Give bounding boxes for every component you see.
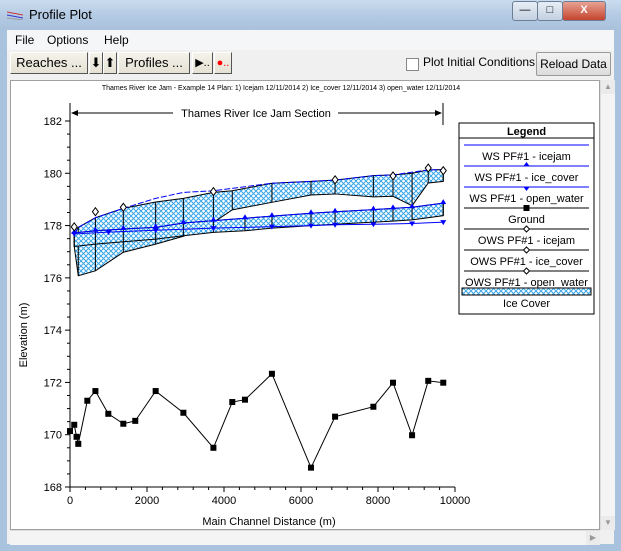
y-tick-label: 178 [44, 221, 62, 233]
y-tick-label: 174 [44, 325, 62, 337]
minimize-button[interactable]: — [512, 1, 538, 21]
legend-entry: WS PF#1 - icejam [482, 151, 571, 163]
close-button[interactable]: X [562, 1, 606, 21]
legend: Legend WS PF#1 - icejam WS PF#1 - ice_cove… [458, 122, 595, 315]
menu-options[interactable]: Options [47, 33, 88, 47]
ground-point [332, 413, 339, 420]
x-tick-label: 0 [67, 495, 73, 507]
ground-point [440, 379, 447, 386]
annotation-right-arrowhead [435, 110, 442, 116]
reaches-button[interactable]: Reaches ... [10, 52, 88, 74]
ground-point [84, 397, 91, 404]
y-tick-label: 168 [44, 482, 62, 494]
chart-header: Thames River Ice Jam - Example 14 Plan: … [102, 85, 460, 92]
title-bar: Profile Plot — □ X [0, 0, 621, 30]
ground-point [370, 403, 377, 410]
animate-play-button[interactable]: ▶.. [192, 52, 213, 74]
move-up-button[interactable]: ⬆ [103, 52, 117, 74]
legend-entry: Ground [508, 214, 545, 226]
scroll-right-arrow[interactable]: ▶ [586, 531, 600, 545]
horizontal-scrollbar[interactable]: ▶ [10, 530, 600, 545]
ws-ice-cover-point [370, 205, 377, 211]
y-tick-label: 180 [44, 168, 62, 180]
annotation-left-arrowhead [71, 110, 78, 116]
ws-ice-cover-point [241, 214, 248, 220]
x-tick-label: 6000 [289, 495, 313, 507]
reload-data-button[interactable]: Reload Data [536, 52, 611, 76]
legend-entry: OWS PF#1 - icejam [478, 235, 575, 247]
menu-bar: File Options Help [7, 30, 614, 50]
ground-point [229, 399, 236, 406]
ws-ice-cover-point [332, 207, 339, 213]
y-tick-label: 182 [44, 116, 62, 128]
ground-point [409, 432, 416, 439]
legend-entry: OWS PF#1 - ice_cover [470, 256, 583, 268]
ground-point [132, 417, 139, 424]
ws-ice-cover-point [308, 209, 315, 215]
ground-point [105, 410, 112, 417]
ground-point [92, 388, 99, 395]
y-axis-label: Elevation (m) [18, 303, 30, 368]
legend-square-marker [523, 205, 530, 211]
plot-area: Thames River Ice Jam - Example 14 Plan: … [10, 80, 600, 530]
legend-hatch-swatch [461, 287, 592, 296]
ground-point [390, 379, 397, 386]
x-axis-label: Main Channel Distance (m) [202, 516, 335, 528]
legend-entry: OWS PF#1 - open_water [465, 277, 588, 289]
toolbar: Reaches ... ⬇ ⬆ Profiles ... ▶.. ●.. Plo… [7, 50, 614, 78]
y-tick-label: 176 [44, 273, 62, 285]
menu-help[interactable]: Help [104, 33, 129, 47]
move-down-button[interactable]: ⬇ [89, 52, 103, 74]
window-title: Profile Plot [29, 7, 92, 22]
ows-point [91, 206, 100, 217]
ground-point [268, 370, 275, 377]
ground-point [308, 464, 315, 471]
ground-point [73, 433, 80, 440]
series-line-ground [69, 372, 444, 469]
record-button[interactable]: ●.. [214, 52, 232, 74]
ground-point [425, 377, 432, 384]
profiles-button[interactable]: Profiles ... [118, 52, 190, 74]
profile-plot-app-icon [7, 11, 23, 20]
plot-initial-conditions-checkbox[interactable] [406, 58, 419, 71]
vertical-scrollbar[interactable]: ▲ ▼ [600, 80, 615, 530]
maximize-button[interactable]: □ [537, 1, 563, 21]
menu-file[interactable]: File [15, 33, 34, 47]
legend-entry: WS PF#1 - open_water [469, 193, 584, 205]
ground-point [71, 421, 78, 428]
ground-point [75, 440, 82, 447]
ground-point [210, 444, 217, 451]
x-tick-label: 10000 [440, 495, 471, 507]
ws-ice-cover-point [390, 204, 397, 210]
x-tick-label: 8000 [366, 495, 390, 507]
annotation-label: Thames River Ice Jam Section [181, 108, 331, 120]
ws-ice-cover-point [268, 212, 275, 218]
y-tick-label: 172 [44, 377, 62, 389]
ground-point [180, 409, 187, 416]
x-tick-label: 4000 [212, 495, 236, 507]
legend-entry: WS PF#1 - ice_cover [475, 172, 579, 184]
ground-point [241, 396, 248, 403]
plot-initial-conditions-label: Plot Initial Conditions [423, 55, 536, 69]
ground-point [120, 420, 127, 427]
window-client: File Options Help Reaches ... ⬇ ⬆ Profil… [7, 30, 615, 545]
scroll-up-arrow[interactable]: ▲ [601, 80, 615, 94]
legend-title: Legend [507, 126, 546, 138]
ws-ice-cover-point [440, 199, 447, 205]
scroll-down-arrow[interactable]: ▼ [601, 516, 615, 530]
profile-chart: Thames River Ice Jam - Example 14 Plan: … [18, 85, 595, 528]
ground-point [152, 388, 159, 395]
ground-point [67, 428, 73, 435]
x-tick-label: 2000 [135, 495, 159, 507]
y-tick-label: 170 [44, 430, 62, 442]
legend-entry: Ice Cover [503, 298, 550, 310]
